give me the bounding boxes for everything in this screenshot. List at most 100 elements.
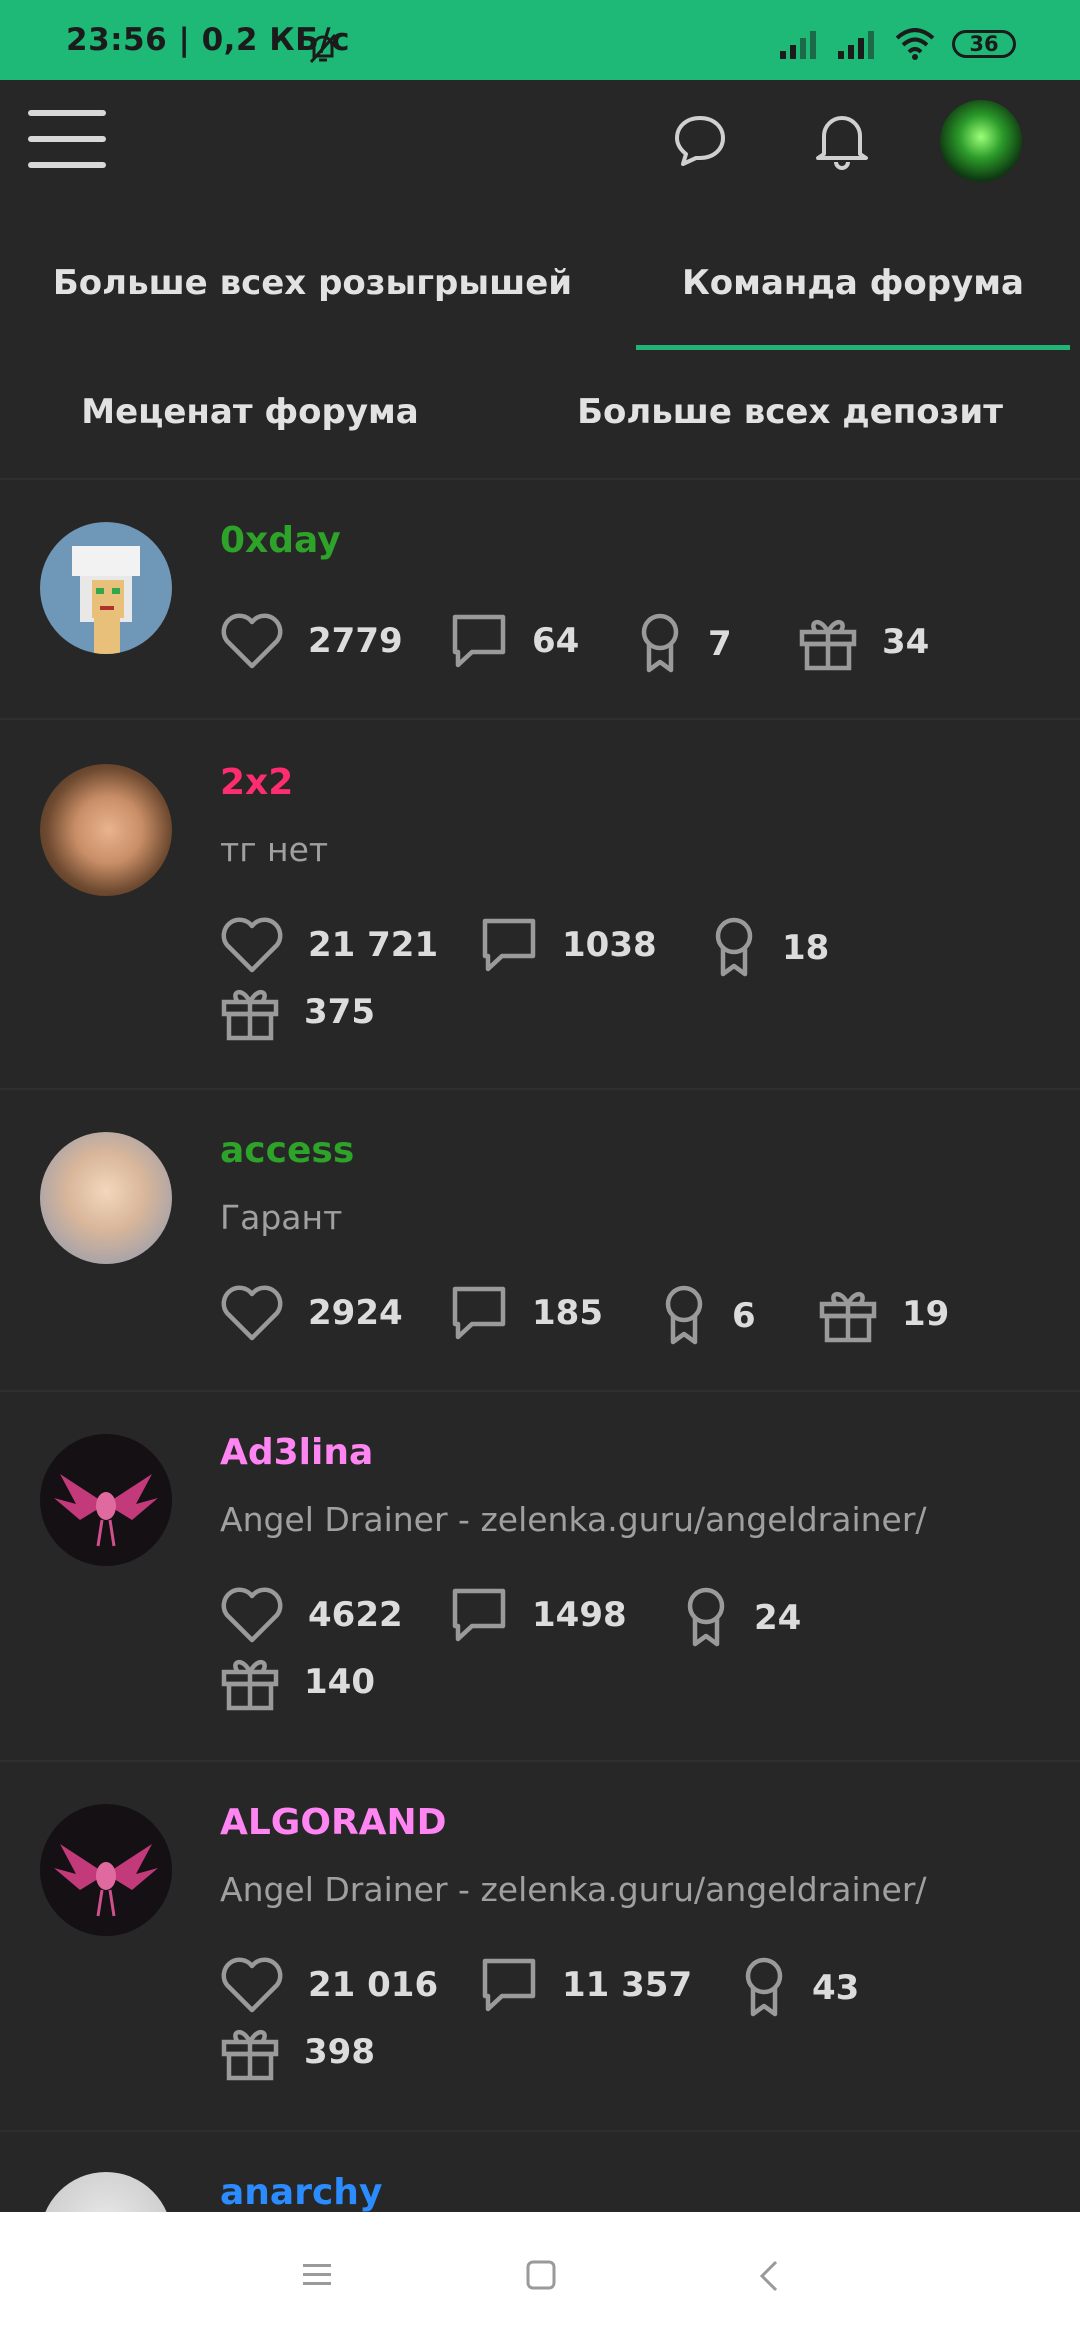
gift-icon <box>221 990 279 1041</box>
user-avatar[interactable] <box>40 1434 172 1566</box>
tabs-divider <box>0 478 1080 480</box>
award-icon <box>715 917 753 977</box>
messages-count: 11 357 <box>562 1965 693 2005</box>
gifts-count: 19 <box>902 1294 950 1334</box>
award-icon <box>745 1957 783 2017</box>
muted-bell-icon <box>309 34 337 63</box>
messages-count: 1498 <box>532 1595 627 1635</box>
username[interactable]: anarchy <box>220 2172 382 2213</box>
row-divider <box>0 2130 1080 2132</box>
tab-most-giveaways[interactable]: Больше всех розыгрышей <box>20 263 605 303</box>
likes-count: 4622 <box>308 1595 403 1635</box>
tab-forum-patron[interactable]: Меценат форума <box>20 392 480 432</box>
likes-stat: 2779 <box>220 612 403 670</box>
likes-stat: 4622 <box>220 1586 403 1644</box>
battery-indicator: 36 <box>952 30 1016 58</box>
messages-stat: 185 <box>450 1284 603 1342</box>
user-avatar[interactable] <box>40 522 172 654</box>
tab-most-deposit[interactable]: Больше всех депозит <box>560 392 1020 432</box>
awards-count: 43 <box>812 1968 860 2008</box>
user-status: Гарант <box>220 1198 343 1237</box>
message-icon <box>452 1588 506 1642</box>
message-icon <box>482 1958 536 2012</box>
back-icon[interactable] <box>758 2260 780 2292</box>
awards-count: 18 <box>782 928 830 968</box>
awards-stat: 7 <box>636 612 732 676</box>
user-status: тг нет <box>220 830 329 869</box>
messages-count: 1038 <box>562 925 657 965</box>
user-status: Angel Drainer - zelenka.guru/angeldraine… <box>220 1870 927 1909</box>
app-header <box>0 80 1080 210</box>
gifts-count: 140 <box>304 1662 375 1702</box>
row-divider <box>0 1390 1080 1392</box>
likes-stat: 2924 <box>220 1284 403 1342</box>
likes-count: 21 721 <box>308 925 439 965</box>
menu-icon[interactable] <box>28 106 106 172</box>
username[interactable]: 2x2 <box>220 762 293 803</box>
messages-count: 64 <box>532 621 580 661</box>
messages-stat: 1498 <box>450 1586 627 1644</box>
awards-stat: 18 <box>710 916 829 980</box>
notifications-bell-icon[interactable] <box>814 110 870 170</box>
awards-count: 7 <box>708 624 732 664</box>
award-icon <box>665 1285 703 1345</box>
gifts-count: 34 <box>882 622 930 662</box>
gift-icon <box>819 1292 877 1343</box>
home-icon[interactable] <box>526 2260 556 2290</box>
gifts-stat: 19 <box>818 1284 949 1344</box>
user-avatar[interactable] <box>40 1804 172 1936</box>
awards-stat: 43 <box>740 1956 859 2020</box>
message-icon <box>452 614 506 668</box>
messages-count: 185 <box>532 1293 603 1333</box>
awards-stat: 24 <box>682 1586 801 1650</box>
chat-icon[interactable] <box>672 112 728 168</box>
status-bar: 23:56 | 0,2 КБ/с 36 <box>0 0 1080 80</box>
row-divider <box>0 1760 1080 1762</box>
username[interactable]: Ad3lina <box>220 1432 373 1473</box>
heart-icon <box>221 1285 283 1341</box>
likes-stat: 21 721 <box>220 916 438 974</box>
recent-apps-icon[interactable] <box>302 2262 332 2288</box>
gifts-count: 375 <box>304 992 375 1032</box>
user-status: Angel Drainer - zelenka.guru/angeldraine… <box>220 1500 927 1539</box>
username[interactable]: ALGORAND <box>220 1802 447 1843</box>
gift-icon <box>221 2030 279 2081</box>
gifts-count: 398 <box>304 2032 375 2072</box>
row-divider <box>0 718 1080 720</box>
likes-count: 21 016 <box>308 1965 439 2005</box>
likes-count: 2779 <box>308 621 403 661</box>
profile-avatar[interactable] <box>940 100 1022 182</box>
row-divider <box>0 1088 1080 1090</box>
gift-icon <box>221 1660 279 1711</box>
messages-stat: 1038 <box>480 916 657 974</box>
user-avatar[interactable] <box>40 764 172 896</box>
tab-forum-team[interactable]: Команда форума <box>636 263 1070 303</box>
likes-stat: 21 016 <box>220 1956 438 2014</box>
battery-level: 36 <box>969 32 999 56</box>
system-navigation-bar <box>0 2212 1080 2340</box>
signal-icon-2 <box>838 31 874 59</box>
awards-stat: 6 <box>660 1284 756 1348</box>
message-icon <box>482 918 536 972</box>
heart-icon <box>221 1957 283 2013</box>
awards-count: 6 <box>732 1296 756 1336</box>
heart-icon <box>221 613 283 669</box>
heart-icon <box>221 917 283 973</box>
gifts-stat: 34 <box>798 612 929 672</box>
wifi-icon <box>895 28 935 60</box>
gifts-stat: 398 <box>220 2022 375 2082</box>
award-icon <box>641 613 679 673</box>
gift-icon <box>799 620 857 671</box>
message-icon <box>452 1286 506 1340</box>
active-tab-indicator <box>636 345 1070 350</box>
messages-stat: 64 <box>450 612 579 670</box>
user-avatar[interactable] <box>40 1132 172 1264</box>
heart-icon <box>221 1587 283 1643</box>
awards-count: 24 <box>754 1598 802 1638</box>
username[interactable]: 0xday <box>220 520 341 561</box>
messages-stat: 11 357 <box>480 1956 692 2014</box>
signal-icon <box>780 31 816 59</box>
gifts-stat: 375 <box>220 982 375 1042</box>
award-icon <box>687 1587 725 1647</box>
username[interactable]: access <box>220 1130 354 1171</box>
